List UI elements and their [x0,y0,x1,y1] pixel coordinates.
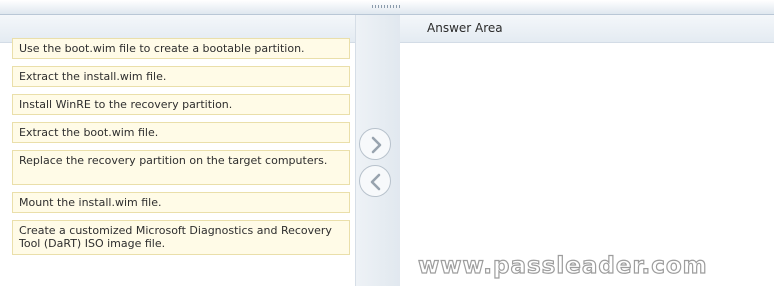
source-item[interactable]: Replace the recovery partition on the ta… [12,150,350,185]
source-item[interactable]: Create a customized Microsoft Diagnostic… [12,220,350,255]
move-right-button[interactable] [359,128,391,160]
watermark: www.passleader.com [417,252,708,279]
source-item-list: Use the boot.wim file to create a bootab… [12,38,350,262]
answer-area-pane[interactable]: Answer Area [400,15,774,286]
move-left-button[interactable] [359,165,391,197]
source-item[interactable]: Extract the boot.wim file. [12,122,350,143]
source-item[interactable]: Install WinRE to the recovery partition. [12,94,350,115]
source-item[interactable]: Extract the install.wim file. [12,66,350,87]
chevron-right-icon [371,136,382,154]
answer-area-title: Answer Area [400,15,774,43]
source-item[interactable]: Use the boot.wim file to create a bootab… [12,38,350,59]
top-splitter-bar[interactable] [0,0,774,15]
source-item[interactable]: Mount the install.wim file. [12,192,350,213]
splitter-grip[interactable] [372,5,402,8]
chevron-left-icon [370,173,381,191]
